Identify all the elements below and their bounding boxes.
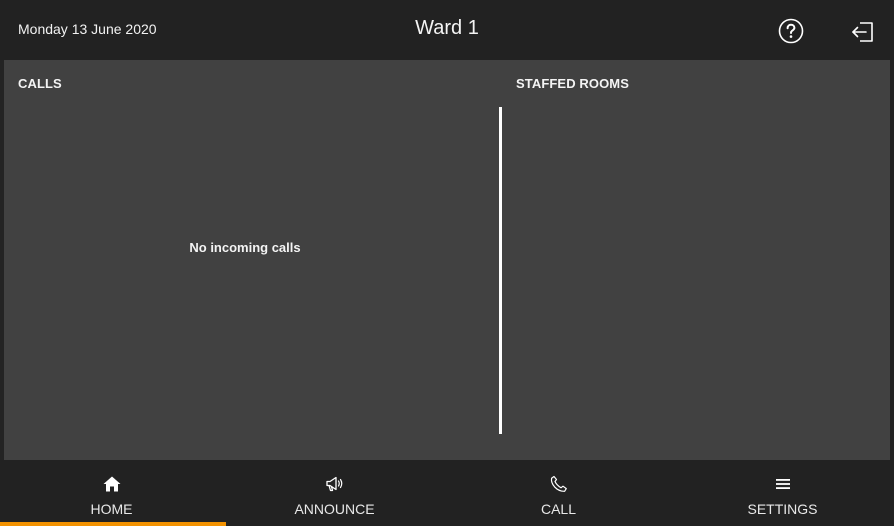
nav-settings[interactable]: SETTINGS	[671, 460, 894, 526]
calls-heading: CALLS	[18, 76, 62, 91]
nav-announce-label: ANNOUNCE	[294, 501, 375, 517]
menu-icon	[671, 474, 894, 494]
nav-announce[interactable]: ANNOUNCE	[223, 460, 446, 526]
megaphone-icon	[223, 474, 446, 494]
question-circle-icon	[778, 18, 804, 44]
panel-divider	[499, 107, 502, 434]
bottom-navigation: HOME ANNOUNCE CALL SETTINGS	[0, 460, 894, 526]
help-button[interactable]	[778, 18, 804, 44]
nav-home-label: HOME	[90, 501, 133, 517]
content-area: CALLS No incoming calls STAFFED ROOMS	[4, 60, 890, 460]
nav-home[interactable]: HOME	[0, 460, 226, 526]
nav-call-label: CALL	[540, 501, 577, 517]
no-calls-message: No incoming calls	[189, 240, 301, 255]
nav-call[interactable]: CALL	[447, 460, 670, 526]
top-bar: Monday 13 June 2020 Ward 1	[0, 0, 894, 60]
home-icon	[0, 474, 223, 494]
staffed-rooms-heading: STAFFED ROOMS	[516, 76, 629, 91]
logout-arrow-icon	[852, 22, 873, 42]
active-tab-indicator	[0, 522, 226, 526]
nav-settings-label: SETTINGS	[747, 501, 818, 517]
page-title: Ward 1	[415, 17, 479, 39]
logout-button[interactable]	[849, 18, 877, 46]
phone-icon	[447, 474, 670, 494]
